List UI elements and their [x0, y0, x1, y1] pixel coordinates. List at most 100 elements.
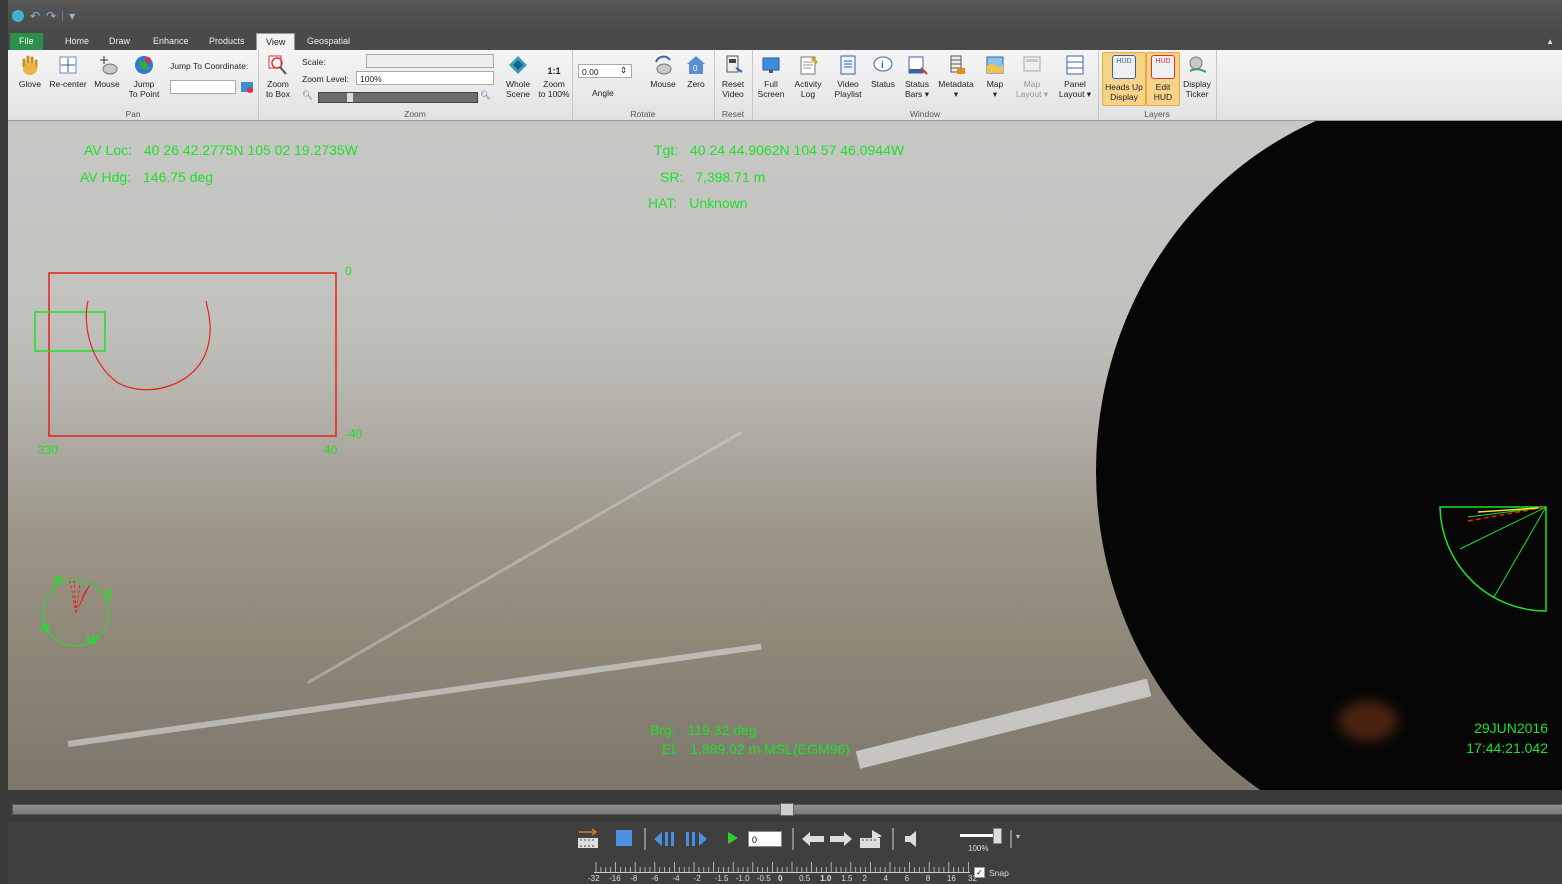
info-icon: i	[872, 54, 894, 76]
tab-home[interactable]: Home	[56, 33, 98, 50]
zoom-100-label-2: to 100%	[538, 89, 570, 99]
step-forward-icon[interactable]	[682, 828, 710, 850]
compass-n: N	[40, 620, 50, 635]
transport-separator-1	[644, 828, 646, 850]
status-bars-button[interactable]: Status Bars ▾	[902, 54, 932, 99]
ruler-tick-label: 2	[862, 874, 867, 883]
pan-mouse-label: Mouse	[94, 79, 120, 89]
ruler-tick-label: -6	[651, 874, 659, 883]
tab-geospatial[interactable]: Geospatial	[298, 33, 359, 50]
tab-file[interactable]: File	[10, 33, 43, 50]
layers-group-label: Layers	[1144, 109, 1170, 119]
map-dropdown-icon[interactable]: ▾	[993, 89, 997, 99]
play-icon[interactable]	[726, 830, 740, 846]
el-value: 1,889.02 m MSL(EGM96)	[690, 741, 850, 757]
video-viewport[interactable]: AV Loc: 40 26 42.2775N 105 02 19.2735W A…	[8, 121, 1562, 790]
panel-layout-button[interactable]: Panel Layout ▾	[1056, 54, 1094, 99]
glove-button[interactable]: Glove	[16, 54, 44, 89]
title-bar: ↶ ↷ ▾	[8, 0, 1562, 32]
snap-checkbox[interactable]: ✓	[974, 867, 985, 878]
zoom-to-100-button[interactable]: 1:1 Zoom to 100%	[536, 54, 572, 99]
group-reset: Reset Video Reset	[714, 50, 753, 120]
hud-icon: HUD	[1112, 55, 1136, 79]
pan-mouse-button[interactable]: Mouse	[92, 54, 122, 89]
metadata-dropdown-icon[interactable]: ▾	[954, 89, 958, 99]
tgt-label: Tgt:	[654, 142, 679, 158]
map-button[interactable]: Map ▾	[980, 54, 1010, 99]
app-icon[interactable]	[12, 10, 24, 22]
zoom-out-icon[interactable]: 🔍︎	[302, 90, 313, 101]
ruler-tick-label: -8	[630, 874, 638, 883]
zoom-level-select[interactable]: 100%	[356, 71, 494, 85]
undo-icon[interactable]: ↶	[30, 10, 40, 22]
snap-toggle[interactable]: ✓ Snap	[974, 867, 1009, 878]
zoom-slider-thumb[interactable]	[347, 93, 353, 102]
whole-scene-button[interactable]: Whole Scene	[504, 54, 532, 99]
panel-layout-icon	[1064, 54, 1086, 76]
ruler-tick-label: -1.0	[735, 874, 750, 883]
tab-draw[interactable]: Draw	[100, 33, 139, 50]
tab-view[interactable]: View	[256, 33, 296, 51]
sr-row: SR: 7,398.71 m	[660, 169, 765, 185]
map-layout-button[interactable]: Map Layout ▾	[1014, 54, 1050, 99]
rotate-mouse-button[interactable]: Mouse	[646, 54, 680, 89]
frame-input[interactable]: 0	[748, 831, 782, 847]
av-loc-label: AV Loc:	[84, 142, 132, 158]
display-ticker-label-2: Ticker	[1185, 89, 1209, 99]
speed-dropdown-icon[interactable]: ▾	[1016, 832, 1020, 841]
display-ticker-button[interactable]: Display Ticker	[1180, 54, 1214, 99]
zoom-in-icon[interactable]: 🔍︎	[480, 90, 491, 101]
recenter-button[interactable]: Re-center	[46, 54, 90, 89]
rotate-group-label: Rotate	[630, 109, 656, 119]
tab-enhance[interactable]: Enhance	[144, 33, 198, 50]
edit-hud-button[interactable]: HUD Edit HUD	[1146, 52, 1180, 106]
stop-icon[interactable]	[616, 830, 632, 846]
ruler-tick-label: 1.5	[841, 874, 853, 883]
step-back-icon[interactable]	[652, 828, 680, 850]
full-screen-button[interactable]: Full Screen	[756, 54, 786, 99]
zoom-to-box-button[interactable]: Zoom to Box	[262, 54, 294, 99]
tab-products[interactable]: Products	[200, 33, 254, 50]
status-bars-dropdown-icon[interactable]: ▾	[922, 89, 929, 99]
timeline-thumb[interactable]	[780, 803, 794, 816]
arrow-left-icon[interactable]	[800, 828, 826, 850]
redo-icon[interactable]: ↷	[46, 10, 56, 22]
jump-coordinate-input[interactable]	[170, 80, 236, 94]
brg-label: Brg:	[650, 722, 676, 738]
video-playlist-button[interactable]: Video Playlist	[830, 54, 866, 99]
activity-log-button[interactable]: Activity Log	[790, 54, 826, 99]
scale-label: Scale:	[302, 57, 326, 67]
zoom-slider[interactable]	[318, 92, 478, 103]
zero-button[interactable]: 0 Zero	[682, 54, 710, 89]
arrow-right-icon[interactable]	[828, 828, 854, 850]
reset-video-button[interactable]: Reset Video	[718, 54, 748, 99]
tgt-value: 40 24 44.9062N 104 57 46.0944W	[690, 142, 905, 158]
map-layout-dropdown-icon[interactable]: ▾	[1041, 89, 1048, 99]
jump-go-icon[interactable]	[240, 80, 254, 96]
ruler-tick-label: -2	[693, 874, 701, 883]
customize-qat-icon[interactable]: ▾	[69, 10, 75, 22]
speed-ruler[interactable]	[594, 860, 970, 873]
quick-access-toolbar: ↶ ↷ ▾	[12, 10, 75, 22]
zoom-100-label-1: Zoom	[543, 79, 565, 89]
panel-layout-dropdown-icon[interactable]: ▾	[1084, 89, 1091, 99]
display-ticker-label-1: Display	[1183, 79, 1211, 89]
export-clip-icon[interactable]	[858, 828, 886, 850]
angle-spinner-icon[interactable]: ⇕	[620, 65, 627, 76]
status-button[interactable]: i Status	[868, 54, 898, 89]
jump-to-point-button[interactable]: Jump To Point	[124, 54, 164, 99]
map-layout-label-1: Map	[1023, 79, 1041, 89]
metadata-button[interactable]: Metadata ▾	[936, 54, 976, 99]
activity-log-label-2: Log	[800, 89, 816, 99]
notepad-icon	[797, 54, 819, 76]
map-icon	[984, 54, 1006, 76]
volume-icon[interactable]	[902, 828, 926, 850]
scale-select[interactable]	[366, 54, 494, 68]
collapse-ribbon-icon[interactable]: ▲	[1546, 37, 1554, 46]
loop-film-icon[interactable]	[576, 828, 600, 850]
speed-slider-thumb[interactable]	[993, 828, 1002, 844]
ruler-ticks	[595, 862, 969, 872]
zero-label: Zero	[687, 79, 705, 89]
heads-up-display-button[interactable]: HUD Heads Up Display	[1102, 52, 1146, 106]
ruler-tick-label: -16	[609, 874, 621, 883]
